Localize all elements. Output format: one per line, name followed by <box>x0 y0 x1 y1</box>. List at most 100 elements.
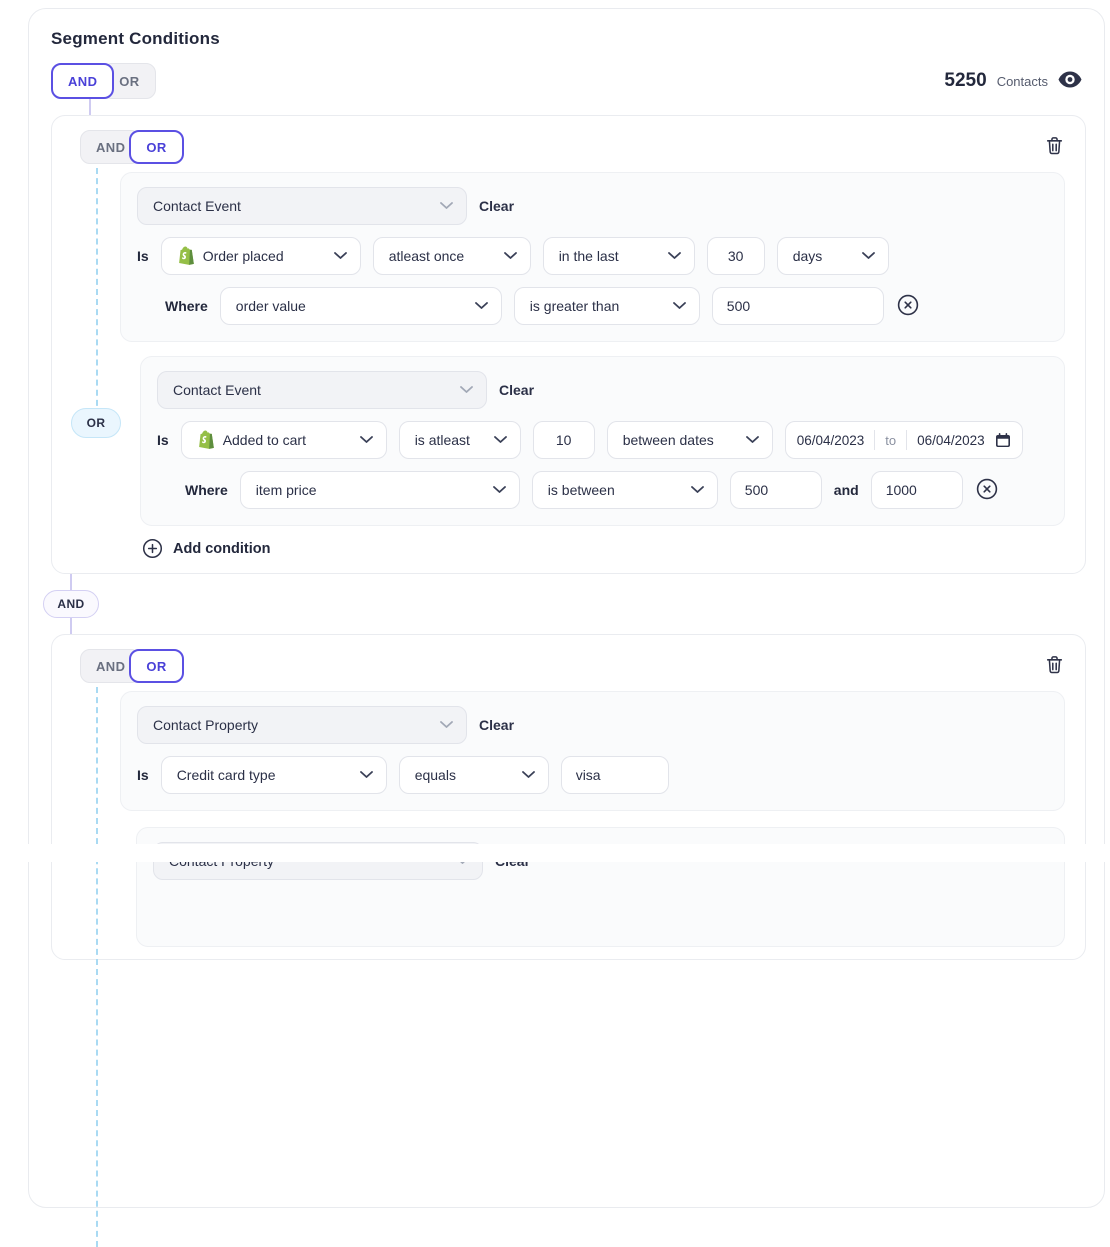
joiner-line-bottom <box>70 618 72 634</box>
condition2-timeframe-select[interactable]: between dates <box>607 421 773 459</box>
chevron-down-icon <box>862 252 875 260</box>
shopify-icon <box>177 246 194 266</box>
group1-delete-button[interactable] <box>1046 136 1063 158</box>
group1-or-button[interactable]: OR <box>129 130 183 164</box>
where-label: Where <box>165 298 208 314</box>
group2-operator-toggle: AND OR <box>80 649 184 683</box>
condition1-timeframe-value-input[interactable] <box>707 237 765 275</box>
and-join-label: and <box>834 482 859 498</box>
chevron-down-icon <box>440 202 453 210</box>
chevron-down-icon <box>493 486 506 494</box>
shopify-icon <box>197 430 214 450</box>
chevron-down-icon <box>522 771 535 779</box>
group2-header: AND OR <box>52 647 1067 683</box>
condition2-where-property-select[interactable]: item price <box>240 471 520 509</box>
condition3-property-select[interactable]: Credit card type <box>161 756 387 794</box>
chevron-down-icon <box>504 252 517 260</box>
contacts-summary: 5250 Contacts <box>944 70 1086 92</box>
condition2-where-max-input[interactable] <box>871 471 963 509</box>
is-label: Is <box>157 432 169 448</box>
condition2-event-select[interactable]: Added to cart <box>181 421 387 459</box>
condition1-where-property-select[interactable]: order value <box>220 287 502 325</box>
chevron-down-icon <box>475 302 488 310</box>
group1-header: AND OR <box>52 128 1067 164</box>
condition2-date-range[interactable]: 06/04/2023 to 06/04/2023 <box>785 421 1023 459</box>
group1-operator-toggle: AND OR <box>80 130 184 164</box>
add-condition-label: Add condition <box>173 541 270 557</box>
condition-card-2: Contact Event Clear Is Added to cart <box>140 356 1065 526</box>
condition3-property-row: Is Credit card type equals <box>137 756 1048 794</box>
group2-delete-button[interactable] <box>1046 655 1063 677</box>
viewport-crop-mask <box>0 844 1110 862</box>
where-label: Where <box>185 482 228 498</box>
chevron-down-icon <box>460 386 473 394</box>
page-title: Segment Conditions <box>51 29 1086 49</box>
contacts-label: Contacts <box>997 74 1048 89</box>
group2-or-button[interactable]: OR <box>129 649 183 683</box>
chevron-down-icon <box>673 302 686 310</box>
condition1-where-row: Where order value is greater than <box>137 287 1048 325</box>
remove-circle-icon <box>896 293 920 320</box>
condition3-type-row: Contact Property Clear <box>137 706 1048 744</box>
condition2-occurrence-value-input[interactable] <box>533 421 595 459</box>
add-condition-button[interactable]: Add condition <box>142 538 1067 559</box>
condition2-type-row: Contact Event Clear <box>157 371 1048 409</box>
condition-card-1: Contact Event Clear Is Order placed <box>120 172 1065 342</box>
condition2-type-select[interactable]: Contact Event <box>157 371 487 409</box>
condition3-comparator-select[interactable]: equals <box>399 756 549 794</box>
chevron-down-icon <box>691 486 704 494</box>
condition3-type-select[interactable]: Contact Property <box>137 706 467 744</box>
group2-dashed-connector <box>96 687 98 1247</box>
condition1-type-select[interactable]: Contact Event <box>137 187 467 225</box>
condition1-clear-button[interactable]: Clear <box>479 198 514 214</box>
eye-icon <box>1058 71 1082 91</box>
group-joiner: AND <box>43 574 99 634</box>
contacts-count: 5250 <box>944 70 986 92</box>
date-range-to-label: to <box>885 433 896 448</box>
chevron-down-icon <box>334 252 347 260</box>
condition3-clear-button[interactable]: Clear <box>479 717 514 733</box>
remove-circle-icon <box>975 477 999 504</box>
condition1-timeframe-select[interactable]: in the last <box>543 237 695 275</box>
chevron-down-icon <box>746 436 759 444</box>
root-and-button[interactable]: AND <box>51 63 114 99</box>
root-operator-row: AND OR 5250 Contacts <box>51 63 1086 99</box>
chevron-down-icon <box>440 721 453 729</box>
date-range-divider <box>874 430 875 450</box>
trash-icon <box>1046 136 1063 158</box>
chevron-down-icon <box>360 771 373 779</box>
condition1-where-comparator-select[interactable]: is greater than <box>514 287 700 325</box>
calendar-icon[interactable] <box>995 432 1011 448</box>
joiner-line-top <box>70 574 72 590</box>
condition1-occurrence-select[interactable]: atleast once <box>373 237 531 275</box>
condition1-event-select[interactable]: Order placed <box>161 237 361 275</box>
group1-or-badge: OR <box>71 408 121 438</box>
group-joiner-badge: AND <box>43 590 98 618</box>
preview-contacts-button[interactable] <box>1058 71 1082 91</box>
condition3-value-input[interactable] <box>561 756 669 794</box>
add-circle-icon <box>142 538 163 559</box>
condition2-where-comparator-select[interactable]: is between <box>532 471 718 509</box>
group1-dashed-connector <box>96 168 98 426</box>
trash-icon <box>1046 655 1063 677</box>
chevron-down-icon <box>668 252 681 260</box>
condition2-remove-where-button[interactable] <box>975 477 999 504</box>
condition2-occurrence-select[interactable]: is atleast <box>399 421 521 459</box>
condition-group-1: OR AND OR Contact Event Clear <box>51 115 1086 574</box>
condition2-where-row: Where item price is between and <box>157 471 1048 509</box>
condition1-type-row: Contact Event Clear <box>137 187 1048 225</box>
condition2-event-row: Is Added to cart is atleast b <box>157 421 1048 459</box>
root-operator-toggle: AND OR <box>51 63 156 99</box>
date-to-value[interactable]: 06/04/2023 <box>917 433 985 448</box>
date-range-divider <box>906 430 907 450</box>
condition-group-2: AND OR Contact Property Clear Is <box>51 634 1086 960</box>
condition1-where-value-input[interactable] <box>712 287 884 325</box>
segment-builder-panel: Segment Conditions AND OR 5250 Contacts … <box>28 8 1105 1208</box>
condition2-clear-button[interactable]: Clear <box>499 382 534 398</box>
condition2-where-min-input[interactable] <box>730 471 822 509</box>
condition1-remove-where-button[interactable] <box>896 293 920 320</box>
chevron-down-icon <box>360 436 373 444</box>
condition1-timeframe-unit-select[interactable]: days <box>777 237 889 275</box>
date-from-value[interactable]: 06/04/2023 <box>797 433 865 448</box>
root-group-connector <box>89 99 91 115</box>
